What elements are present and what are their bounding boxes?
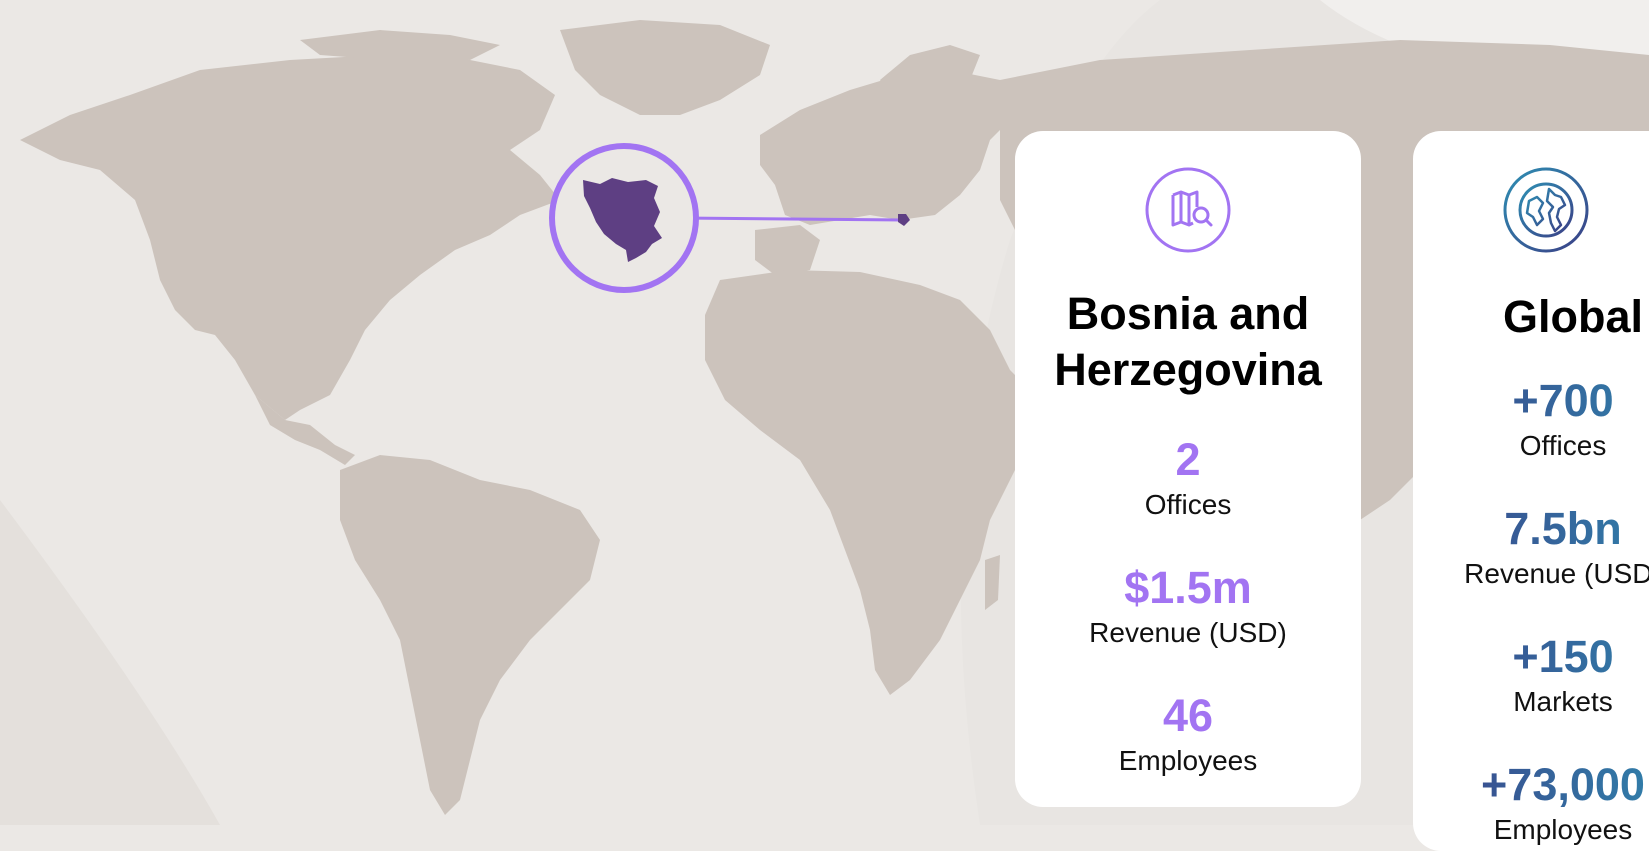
card-title-line1: Bosnia and: [1066, 288, 1310, 339]
globe-icon: [1503, 167, 1589, 253]
stat-employees: 46 Employees: [1015, 692, 1361, 778]
stat-label: Offices: [1519, 430, 1607, 461]
global-stat-offices: +700 Offices: [1413, 377, 1649, 463]
country-card: Bosnia and Herzegovina 2 Offices $1.5m R…: [1015, 131, 1361, 807]
global-stat-employees: +73,000 Employees: [1413, 761, 1649, 847]
madagascar: [985, 555, 1000, 610]
stat-label: Revenue (USD): [1464, 558, 1649, 589]
stat-label: Employees: [1493, 814, 1633, 845]
stat-value: 7.5bn: [1413, 505, 1649, 553]
greenland: [560, 20, 770, 115]
global-card-title: Global: [1503, 291, 1644, 342]
world-map: [20, 20, 1649, 815]
connector-line: [679, 216, 904, 222]
stat-value: +700: [1413, 377, 1649, 425]
stat-offices: 2 Offices: [1015, 436, 1361, 522]
card-title: Bosnia and Herzegovina: [1015, 286, 1361, 398]
stat-value: 2: [1175, 434, 1201, 485]
stat-value: +150: [1413, 633, 1649, 681]
continents: [20, 20, 1649, 815]
north-america: [20, 55, 560, 420]
stat-label: Markets: [1513, 686, 1613, 717]
global-stat-markets: +150 Markets: [1413, 633, 1649, 719]
arctic-islands: [300, 30, 500, 60]
global-stat-revenue: 7.5bn Revenue (USD): [1413, 505, 1649, 591]
stat-value: $1.5m: [1124, 562, 1252, 613]
map-search-icon: [1145, 167, 1231, 253]
stat-label: Employees: [1118, 745, 1258, 776]
stat-value: +73,000: [1413, 761, 1649, 809]
stat-label: Revenue (USD): [1089, 617, 1287, 648]
global-card: Global +700 Offices 7.5bn Revenue (USD) …: [1413, 131, 1649, 851]
stat-label: Offices: [1144, 489, 1232, 520]
africa: [705, 270, 1040, 695]
iberia: [755, 225, 820, 275]
south-america: [340, 455, 600, 815]
stat-revenue: $1.5m Revenue (USD): [1015, 564, 1361, 650]
stat-value: 46: [1162, 690, 1214, 741]
card-title-line2: Herzegovina: [1054, 344, 1322, 395]
